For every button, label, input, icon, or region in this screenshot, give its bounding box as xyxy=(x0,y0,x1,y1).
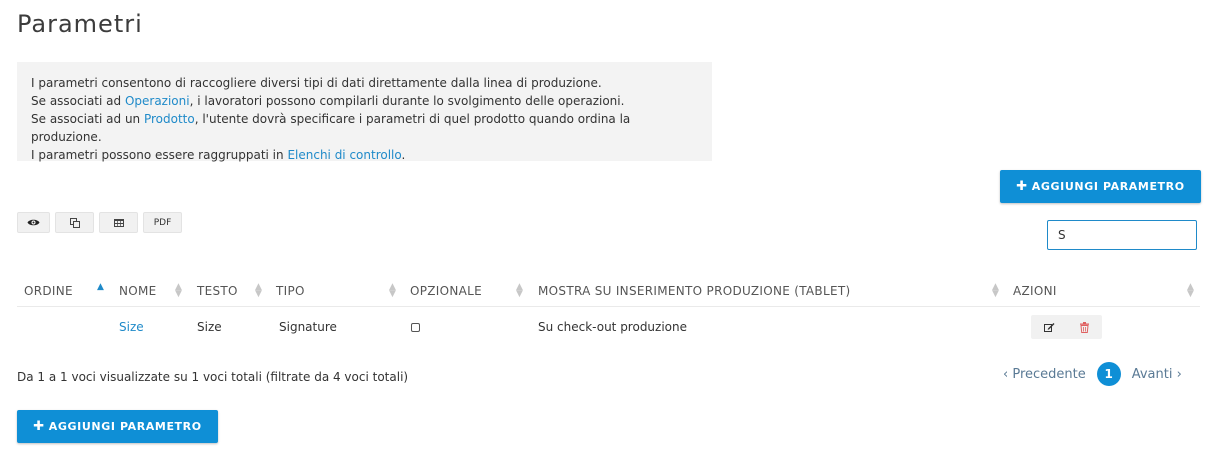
cell-azioni xyxy=(1031,311,1102,343)
pagination: ‹ Precedente 1 Avanti › xyxy=(1003,362,1182,386)
cell-tipo: Signature xyxy=(279,320,337,334)
prodotto-link[interactable]: Prodotto xyxy=(144,112,195,126)
cell-testo: Size xyxy=(197,320,222,334)
next-page-button[interactable]: Avanti › xyxy=(1132,367,1182,382)
info-line-4: I parametri possono essere raggruppati i… xyxy=(31,148,406,162)
add-parameter-button-top[interactable]: ✚ AGGIUNGI PARAMETRO xyxy=(1000,170,1201,203)
info-box: I parametri consentono di raccogliere di… xyxy=(17,62,712,162)
sort-icon[interactable]: ▲ ▼ xyxy=(1187,283,1194,299)
cell-nome: Size xyxy=(119,311,144,343)
add-parameter-label: AGGIUNGI PARAMETRO xyxy=(48,420,202,433)
column-header-azioni[interactable]: AZIONI xyxy=(1013,275,1183,307)
column-header-opzionale[interactable]: OPZIONALE xyxy=(410,275,530,307)
pdf-export-button[interactable]: PDF xyxy=(143,212,182,233)
table-header: ORDINE ▲ NOME ▲ ▼ TESTO ▲ ▼ TIPO ▲ ▼ OPZION… xyxy=(17,275,1200,307)
sort-icon[interactable]: ▲ ▼ xyxy=(516,283,523,299)
column-header-mostra[interactable]: MOSTRA SU INSERIMENTO PRODUZIONE (TABLET… xyxy=(538,275,998,307)
add-parameter-label: AGGIUNGI PARAMETRO xyxy=(1031,180,1185,193)
elenchi-di-controllo-link[interactable]: Elenchi di controllo xyxy=(287,148,401,162)
sort-icon[interactable]: ▲ ▼ xyxy=(175,283,182,299)
column-visibility-button[interactable] xyxy=(17,212,50,233)
parameters-table: ORDINE ▲ NOME ▲ ▼ TESTO ▲ ▼ TIPO ▲ ▼ OPZION… xyxy=(17,275,1200,343)
delete-button[interactable] xyxy=(1080,321,1090,333)
sort-icon[interactable]: ▲ ▼ xyxy=(389,283,396,299)
plus-icon: ✚ xyxy=(33,419,45,434)
info-line-3: Se associati ad un Prodotto, l'utente do… xyxy=(31,112,631,144)
search-input[interactable] xyxy=(1047,220,1197,250)
sort-icon[interactable]: ▲ ▼ xyxy=(255,283,262,299)
plus-icon: ✚ xyxy=(1016,179,1028,194)
table-toolbar: PDF xyxy=(17,212,182,233)
row-actions xyxy=(1031,315,1102,339)
optional-checkbox xyxy=(411,322,420,332)
operazioni-link[interactable]: Operazioni xyxy=(125,94,190,108)
add-parameter-button-bottom[interactable]: ✚ AGGIUNGI PARAMETRO xyxy=(17,410,218,443)
trash-icon xyxy=(1080,321,1090,333)
copy-button[interactable] xyxy=(55,212,94,233)
info-line-1: I parametri consentono di raccogliere di… xyxy=(31,76,602,90)
pdf-label: PDF xyxy=(153,217,172,228)
page-title: Parametri xyxy=(17,10,143,38)
parameter-name-link[interactable]: Size xyxy=(119,320,144,334)
sort-asc-icon[interactable]: ▲ xyxy=(97,283,104,292)
column-header-tipo[interactable]: TIPO xyxy=(276,275,396,307)
edit-icon xyxy=(1043,322,1055,332)
table-info: Da 1 a 1 voci visualizzate su 1 voci tot… xyxy=(17,370,409,384)
edit-button[interactable] xyxy=(1043,322,1055,333)
cell-opzionale xyxy=(411,311,420,343)
table-row: Size Size Signature Su check-out produzi… xyxy=(17,311,1200,343)
copy-icon xyxy=(69,217,80,228)
cell-mostra: Su check-out produzione xyxy=(538,320,688,334)
page-1-button[interactable]: 1 xyxy=(1096,362,1121,386)
info-line-2: Se associati ad Operazioni, i lavoratori… xyxy=(31,94,625,108)
previous-page-button[interactable]: ‹ Precedente xyxy=(1003,367,1086,382)
excel-export-button[interactable] xyxy=(99,212,138,233)
eye-icon xyxy=(27,219,40,226)
sort-icon[interactable]: ▲ ▼ xyxy=(992,283,999,299)
table-icon xyxy=(113,218,124,227)
